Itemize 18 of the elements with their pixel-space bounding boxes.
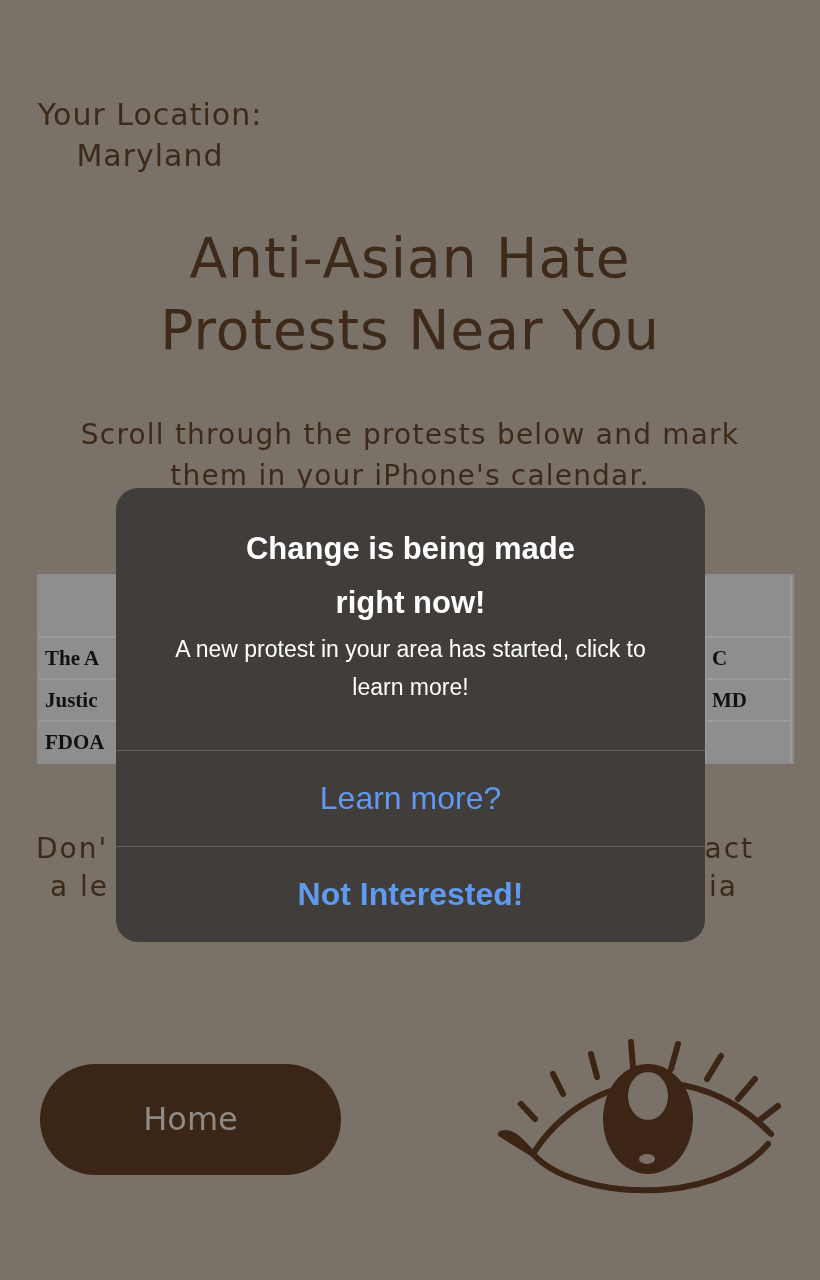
footer-text: Don'	[36, 831, 109, 867]
alert-button[interactable]: Not Interested!	[116, 846, 705, 942]
page-heading: Anti-Asian Hate Protests Near You	[159, 225, 661, 364]
table-cell: Justic	[45, 687, 98, 713]
table-cell: C	[712, 645, 728, 671]
footer-text: ia	[709, 869, 738, 905]
alert-title: Change is being made right now!	[245, 530, 576, 622]
location-value: Maryland	[76, 137, 224, 175]
page-subtitle: Scroll through the protests below and mark them in your iPhone's calendar.	[79, 417, 741, 494]
alert-message: A new protest in your area has started, click to learn more!	[174, 635, 647, 702]
location-label: Your Location:	[37, 96, 263, 134]
table-cell: The A	[45, 645, 100, 671]
alert-button[interactable]: Learn more?	[116, 750, 705, 846]
table-cell: FDOA	[45, 729, 105, 755]
footer-text: a le	[50, 869, 110, 905]
home-button[interactable]: Home	[40, 1063, 341, 1175]
footer-text: act	[704, 831, 754, 867]
table-cell: MD	[712, 687, 747, 713]
